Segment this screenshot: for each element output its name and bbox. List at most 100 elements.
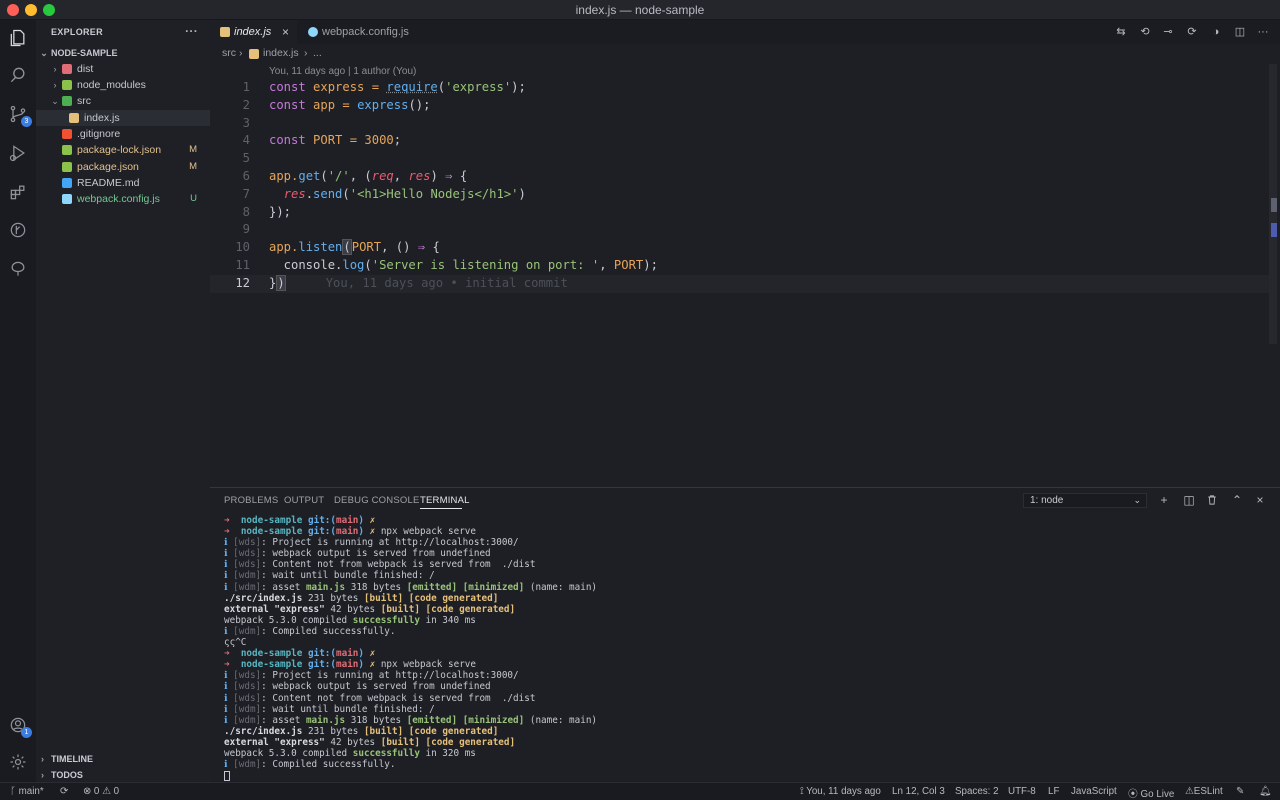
- previous-revision-icon[interactable]: ⟲: [1136, 23, 1154, 41]
- tree-file[interactable]: index.js: [36, 110, 210, 126]
- window-title: index.js — node-sample: [575, 3, 705, 17]
- close-panel-icon[interactable]: ×: [1252, 492, 1268, 508]
- eslint-status[interactable]: ⚠ESLint: [1185, 786, 1223, 797]
- remote-explorer-icon[interactable]: [6, 257, 30, 281]
- terminal-line: webpack 5.3.0 compiled successfully in 3…: [224, 614, 476, 626]
- kill-terminal-icon[interactable]: [1204, 492, 1220, 508]
- breadcrumb-folder[interactable]: src: [222, 47, 236, 59]
- terminal-output[interactable]: ➜ node-sample git:(main) ✗ ➜ node-sample…: [224, 515, 1264, 781]
- notifications-icon[interactable]: 🔔︎: [1259, 786, 1271, 797]
- tree-label: webpack.config.js: [77, 193, 160, 205]
- open-changes-icon[interactable]: ⇆: [1112, 23, 1130, 41]
- folder-icon: [62, 80, 72, 90]
- terminal-line: ℹ [wds]: Content not from webpack is ser…: [224, 559, 536, 571]
- search-icon[interactable]: [6, 63, 30, 87]
- gitlens-icon[interactable]: [6, 218, 30, 242]
- branch-status[interactable]: ᚴ main*: [10, 786, 44, 797]
- gitlens-toggle-icon[interactable]: ◑: [1207, 23, 1225, 41]
- file-icon: [62, 162, 72, 172]
- breadcrumb-file[interactable]: index.js: [263, 47, 299, 59]
- language-mode[interactable]: JavaScript: [1071, 786, 1117, 797]
- tree-file[interactable]: package-lock.json M: [36, 142, 210, 158]
- tree-file[interactable]: package.json M: [36, 159, 210, 175]
- git-branch-icon: ᚴ: [10, 786, 16, 797]
- encoding-status[interactable]: UTF-8: [1008, 786, 1036, 797]
- timeline-section[interactable]: › TIMELINE: [36, 751, 210, 767]
- explorer-header: EXPLORER ···: [36, 20, 210, 44]
- commit-icon[interactable]: ⊸: [1159, 23, 1177, 41]
- code-line: 6 app.get('/', (req, res) ⇒ {: [242, 169, 468, 183]
- breadcrumb-separator: ›: [304, 47, 308, 59]
- go-live-button[interactable]: ⦿ Go Live: [1128, 786, 1174, 800]
- code-line: 1 const express = require('express');: [242, 80, 526, 94]
- webpack-file-icon: [308, 27, 318, 37]
- terminal-line: ℹ [wdm]: wait until bundle finished: /: [224, 703, 435, 715]
- cursor-position[interactable]: Ln 12, Col 3: [892, 786, 945, 797]
- indentation-status[interactable]: Spaces: 2: [955, 786, 999, 797]
- eol-status[interactable]: LF: [1048, 786, 1059, 797]
- accounts-icon[interactable]: 1: [6, 713, 32, 738]
- terminal-line: ℹ [wds]: webpack output is served from u…: [224, 681, 491, 693]
- terminal-select[interactable]: 1: node ⌄: [1023, 493, 1147, 508]
- close-tab-icon[interactable]: ×: [282, 20, 289, 44]
- tab-webpack-config[interactable]: webpack.config.js: [297, 20, 417, 44]
- code-line: 9: [242, 222, 250, 237]
- code-line: 2 const app = express();: [242, 97, 431, 112]
- codelens-authors[interactable]: You, 11 days ago | 1 author (You): [269, 66, 416, 77]
- todos-section[interactable]: › TODOS: [36, 767, 210, 783]
- extensions-icon[interactable]: [6, 180, 30, 204]
- panel-tabs: PROBLEMS OUTPUT DEBUG CONSOLE TERMINAL 1…: [210, 488, 1280, 512]
- more-actions-icon[interactable]: ···: [185, 24, 198, 38]
- next-revision-icon[interactable]: ⟳: [1183, 23, 1201, 41]
- tree-folder[interactable]: › node_modules: [36, 77, 210, 93]
- workspace-root[interactable]: ⌄ NODE-SAMPLE: [36, 45, 210, 61]
- tab-index-js[interactable]: index.js ×: [210, 20, 297, 44]
- editor-tabs: index.js × webpack.config.js ⇆ ⟲ ⊸ ⟳ ◑ ◫…: [210, 20, 1280, 44]
- chevron-right-icon: ›: [53, 80, 57, 90]
- activity-bar: 3 1: [0, 20, 36, 782]
- maximize-panel-icon[interactable]: ⌃: [1229, 492, 1245, 508]
- file-icon: [62, 194, 72, 204]
- tree-label: node_modules: [77, 79, 146, 91]
- git-commit-icon: ⟟: [800, 786, 804, 797]
- feedback-icon[interactable]: ✎: [1236, 786, 1244, 797]
- active-tab-indicator: [420, 508, 462, 509]
- tree-file[interactable]: README.md: [36, 175, 210, 191]
- tab-debug-console[interactable]: DEBUG CONSOLE: [334, 495, 419, 506]
- tab-label: webpack.config.js: [322, 26, 409, 38]
- tree-folder[interactable]: › dist: [36, 61, 210, 77]
- tab-output[interactable]: OUTPUT: [284, 495, 324, 506]
- tree-file[interactable]: .gitignore: [36, 126, 210, 142]
- code-line-current: 12}) You, 11 days ago • initial commit: [210, 274, 1270, 293]
- inline-blame[interactable]: You, 11 days ago • initial commit: [326, 276, 568, 290]
- source-control-icon[interactable]: 3: [6, 102, 32, 127]
- tree-folder[interactable]: ⌄ src: [36, 93, 210, 109]
- editor-more-icon[interactable]: ···: [1254, 23, 1272, 41]
- terminal-line: ➜ node-sample git:(main) ✗ npx webpack s…: [224, 526, 476, 538]
- tree-label: .gitignore: [77, 128, 121, 140]
- terminal-line: ℹ [wdm]: asset main.js 318 bytes [emitte…: [224, 714, 598, 726]
- new-terminal-icon[interactable]: +: [1156, 492, 1172, 508]
- explorer-icon[interactable]: [6, 26, 30, 50]
- tree-file[interactable]: webpack.config.js U: [36, 191, 210, 207]
- terminal-cursor: [224, 770, 230, 781]
- breadcrumb: src › index.js › ...: [222, 47, 342, 61]
- scrollbar-marker: [1271, 223, 1277, 237]
- terminal-line: ℹ [wds]: Content not from webpack is ser…: [224, 692, 536, 704]
- blame-status[interactable]: ⟟ You, 11 days ago: [800, 786, 881, 797]
- breadcrumb-symbols[interactable]: ...: [313, 47, 322, 59]
- tab-problems[interactable]: PROBLEMS: [224, 495, 278, 506]
- sync-icon[interactable]: ⟳: [60, 786, 68, 797]
- problems-status[interactable]: ⊗ 0 ⚠ 0: [83, 786, 119, 797]
- split-terminal-icon[interactable]: ◫: [1181, 492, 1197, 508]
- code-line: 10 app.listen(PORT, () ⇒ {: [235, 239, 440, 256]
- tree-label: src: [77, 95, 91, 107]
- tab-terminal[interactable]: TERMINAL: [420, 495, 470, 506]
- run-debug-icon[interactable]: [6, 141, 30, 165]
- chevron-right-icon: ›: [53, 64, 57, 74]
- tree-label: package.json: [77, 161, 139, 173]
- editor-actions: ⇆ ⟲ ⊸ ⟳ ◑ ◫ ···: [1112, 23, 1272, 41]
- settings-gear-icon[interactable]: [6, 750, 30, 774]
- chevron-down-icon: ⌄: [1133, 495, 1141, 505]
- split-editor-icon[interactable]: ◫: [1231, 23, 1249, 41]
